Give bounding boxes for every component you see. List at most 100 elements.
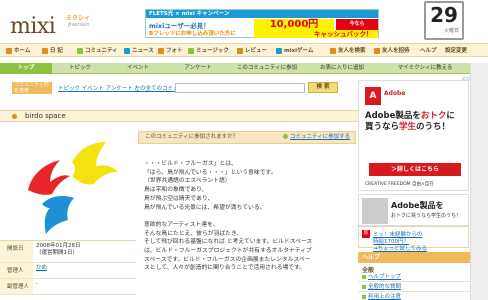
nav-label: ヘルプ	[420, 48, 437, 54]
banner-now: 今なら	[336, 19, 378, 30]
search-button[interactable]: 検 索	[308, 82, 338, 93]
nav-label: ニュース	[132, 48, 154, 54]
mixi-logo[interactable]: mixi	[10, 14, 56, 39]
info-row-admin: 管理人 かめ	[0, 263, 136, 279]
home-icon	[6, 47, 12, 54]
desc-line: 「はら、鳥が飛んでいる・・・」という意味です。	[144, 169, 277, 176]
help-item-general[interactable]: 全般的な質問	[358, 282, 470, 292]
adobe-head-hl2: 学生	[399, 122, 417, 132]
breadcrumb[interactable]: トピック イベント アンケート 左の全てのコミュ	[58, 84, 179, 92]
bullet-icon	[362, 274, 366, 279]
calendar-day: 29	[430, 3, 458, 27]
tab-tell-friends[interactable]: マイミクシィに教える	[382, 63, 468, 74]
promo-line3[interactable]: →ちょっと試してみる	[373, 244, 427, 252]
desc-line: そして飛び回れる基盤になれば と考えています。ビルドスペース	[144, 239, 313, 246]
nav-community[interactable]: コミュニティ	[77, 44, 118, 58]
nav-help[interactable]: ヘルプ	[420, 44, 437, 58]
tab-topic[interactable]: トピック	[52, 63, 108, 74]
community-image[interactable]	[10, 130, 128, 243]
tab-join-community[interactable]: このコミュニティに参加	[232, 63, 302, 74]
nav-music[interactable]: ミュージック	[188, 44, 229, 58]
nav-label: 設定変更	[445, 48, 468, 54]
desc-line: 鳥が飛んでいる光景には、希望が満ちている。	[144, 204, 266, 211]
admin-label: 管理人	[0, 263, 33, 278]
desc-line: 鳥は平和の象徴であり、	[144, 187, 208, 194]
nav-news[interactable]: ニュース	[124, 44, 154, 58]
logo-beta: βversion	[68, 22, 90, 28]
adobe-brand: Adobe	[384, 90, 406, 97]
flets-banner-ad[interactable]: FLETS光 × mixi キャンペーン mixiユーザー必見！ Bフレッツにお…	[145, 9, 379, 38]
tab-top[interactable]: トップ	[0, 63, 52, 74]
help-label: 利用上の注意	[368, 294, 402, 300]
title-bullet-icon	[12, 114, 17, 119]
main-nav: ホーム 日 記 コミュニティ ニュース フォト ミュージック レビュー mixi…	[0, 43, 488, 57]
help-item-notes[interactable]: 利用上の注意	[358, 292, 470, 300]
admin-link[interactable]: かめ	[36, 265, 47, 272]
nav-label: ホーム	[14, 48, 31, 54]
desc-line: は、ビルド・フルーガスプロジェクトが共有するオルタナティブ	[144, 248, 312, 255]
music-icon	[188, 47, 194, 54]
review-icon	[237, 47, 243, 54]
ad-column: 広告 A Adobe Adobe製品をおトクに 買うなら学生のうち！ ＞詳しくは…	[358, 76, 470, 300]
help-label: 全般的な質問	[368, 284, 402, 290]
adobe-footer: CREATIVE FREEDOM 自由×自在	[365, 182, 434, 187]
nav-home[interactable]: ホーム	[6, 44, 30, 58]
nav-photo[interactable]: フォト	[158, 44, 183, 58]
banner-amount: 10,000円	[254, 19, 334, 30]
nav-label: 友人を招待	[382, 48, 410, 54]
opened-label: 開設日	[0, 241, 33, 262]
news-icon	[124, 47, 130, 54]
join-community-button[interactable]: コミュニティに参加する	[283, 132, 350, 143]
ad2-subline: おトクに買うなら学生のうち！	[391, 213, 462, 219]
nav-label: 日 記	[50, 48, 63, 54]
community-title: birdo space	[25, 112, 66, 120]
search-scope-label: コミュニティ内を検索	[12, 82, 52, 94]
calendar-widget: 29 火曜日	[424, 1, 464, 40]
adobe-logo-icon: A	[365, 87, 381, 105]
nav-invite-friends[interactable]: 友人を招待	[374, 44, 410, 58]
info-row-opened: 開設日 2008年01月28日 （運営期間1日）	[0, 241, 136, 263]
community-info-box: 開設日 2008年01月28日 （運営期間1日） 管理人 かめ 副管理人 -	[0, 240, 136, 300]
desc-line: そんな鳥にたとえ、彼らが羽ばたき、	[144, 230, 243, 237]
ad2-headline: Adobe製品を	[391, 201, 444, 210]
help-label: ヘルプトップ	[368, 274, 402, 280]
opened-duration: （運営期間1日）	[36, 250, 78, 256]
opened-date: 2008年01月28日	[36, 243, 81, 249]
join-question: このコミュニティに参加されますか？	[145, 134, 239, 140]
adobe-head1: Adobe製品を	[365, 111, 421, 121]
adobe-ad-small[interactable]: Adobe製品を おトクに買うなら学生のうち！	[358, 194, 469, 226]
community-title-bar: birdo space	[0, 110, 358, 122]
tab-enquete[interactable]: アンケート	[168, 63, 228, 74]
desc-line	[144, 212, 356, 221]
nav-settings[interactable]: 設定変更	[445, 44, 467, 58]
desc-line: スペースです。ビルド・フルーガスの企画展またレンタルスペー	[144, 256, 311, 263]
desc-line: 鳥が飛ぶ空は晴天であり、	[144, 195, 214, 202]
adobe-ad[interactable]: A Adobe Adobe製品をおトクに 買うなら学生のうち！ ＞詳しくはこちら…	[358, 80, 469, 191]
banner-cashback: キャッシュバック！	[254, 30, 378, 38]
opened-value: 2008年01月28日 （運営期間1日）	[36, 243, 81, 257]
nav-review[interactable]: レビュー	[237, 44, 267, 58]
game-icon	[276, 47, 282, 54]
adobe-details-button[interactable]: ＞詳しくはこちら	[369, 163, 461, 176]
help-item-top[interactable]: ヘルプトップ	[358, 272, 470, 282]
tab-add-favorite[interactable]: お表に入りに追加	[306, 63, 378, 74]
nav-find-friends[interactable]: 友人を検索	[330, 44, 366, 58]
adobe-ad-image	[362, 198, 388, 224]
new-badge: 新	[362, 230, 370, 238]
nav-label: 友人を検索	[338, 48, 366, 54]
adobe-headline: Adobe製品をおトクに 買うなら学生のうち！	[365, 111, 455, 133]
banner-line2: Bフレッツにお申し込み頂いた方に	[149, 31, 236, 37]
nav-label: レビュー	[245, 48, 268, 54]
nav-game[interactable]: mixiゲーム	[276, 44, 313, 58]
nav-label: ミュージック	[196, 48, 229, 54]
bullet-icon	[362, 294, 366, 299]
page-scrollbar[interactable]	[470, 63, 488, 300]
join-label: コミュニティに参加する	[290, 134, 351, 140]
logo-subtitle: ミクシィ	[66, 15, 91, 22]
nav-label: コミュニティ	[85, 48, 118, 54]
nav-diary[interactable]: 日 記	[42, 44, 63, 58]
job-promo[interactable]: 新 ミッ！未経験からの 時給1700円？ →ちょっと試してみる	[358, 226, 469, 252]
search-input[interactable]	[175, 83, 305, 93]
subadmin-label: 副管理人	[0, 279, 33, 294]
tab-event[interactable]: イベント	[108, 63, 168, 74]
